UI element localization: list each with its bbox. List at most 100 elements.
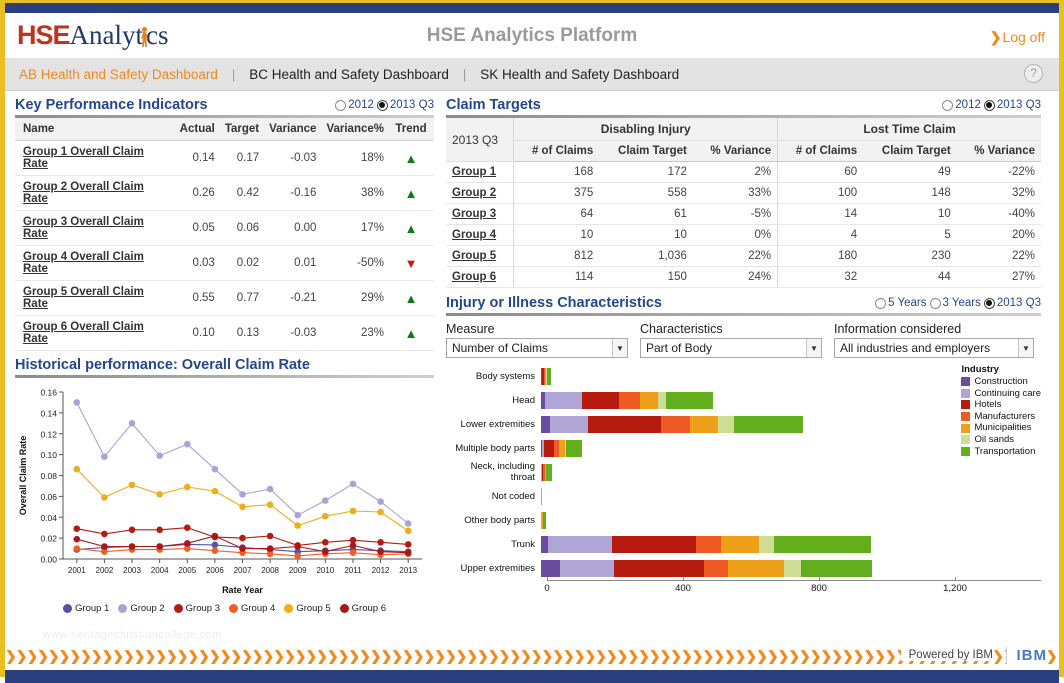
kpi-actual: 0.10 — [176, 316, 221, 351]
bar-segment[interactable] — [588, 416, 661, 433]
ct-link-group3[interactable]: Group 3 — [452, 208, 496, 220]
table-row: Group 6 Overall Claim Rate 0.10 0.13 -0.… — [15, 316, 434, 351]
logoff-button[interactable]: ❯Log off — [990, 29, 1045, 46]
line-legend-item[interactable]: Group 2 — [118, 603, 164, 614]
ct-di-variance: 2% — [693, 162, 778, 183]
kpi-trend: ▲ — [390, 176, 434, 211]
characteristics-select[interactable]: Part of Body ▼ — [640, 338, 822, 358]
bar-segment[interactable] — [734, 416, 804, 433]
bar-segment[interactable] — [704, 560, 728, 577]
bar-segment[interactable] — [801, 560, 872, 577]
line-legend-label: Group 2 — [130, 603, 164, 614]
bar-segment[interactable] — [640, 392, 659, 409]
bar-segment[interactable] — [666, 392, 714, 409]
legend-dot-icon — [174, 604, 183, 613]
ct-radio-2012[interactable]: 2012 — [942, 99, 981, 111]
kpi-link-group4[interactable]: Group 4 Overall Claim Rate — [23, 251, 144, 275]
bar-segment[interactable] — [774, 536, 871, 553]
ct-di-target: 61 — [599, 204, 693, 225]
tab-ab-dashboard[interactable]: AB Health and Safety Dashboard — [5, 67, 232, 82]
svg-text:Overall Claim Rate: Overall Claim Rate — [18, 436, 28, 516]
line-legend-item[interactable]: Group 1 — [63, 603, 109, 614]
bar-segment[interactable] — [548, 536, 613, 553]
bar-segment[interactable] — [547, 368, 551, 385]
tab-bc-dashboard[interactable]: BC Health and Safety Dashboard — [235, 67, 463, 82]
kpi-link-group2[interactable]: Group 2 Overall Claim Rate — [23, 181, 144, 205]
ct-lt-target: 5 — [863, 225, 957, 246]
tab-sk-dashboard[interactable]: SK Health and Safety Dashboard — [466, 67, 693, 82]
bar-segment[interactable] — [696, 536, 722, 553]
bar-segment[interactable] — [566, 440, 582, 457]
injury-radio-5-years[interactable]: 5 Years — [875, 297, 926, 309]
ct-link-group2[interactable]: Group 2 — [452, 187, 496, 199]
bar-segment[interactable] — [541, 560, 560, 577]
line-legend-item[interactable]: Group 6 — [340, 603, 386, 614]
axis-tick-label: 0 — [544, 583, 549, 594]
information-considered-select[interactable]: All industries and employers ▼ — [834, 338, 1034, 358]
injury-radio-2013q3-label: 2013 Q3 — [997, 297, 1041, 309]
line-legend-item[interactable]: Group 3 — [174, 603, 220, 614]
bar-segment[interactable] — [582, 392, 619, 409]
bar-segment[interactable] — [545, 392, 581, 409]
chevron-down-icon: ▼ — [612, 339, 627, 357]
ct-lt-target: 230 — [863, 246, 957, 267]
bar-track — [541, 512, 1041, 529]
measure-select[interactable]: Number of Claims ▼ — [446, 338, 628, 358]
kpi-link-group6[interactable]: Group 6 Overall Claim Rate — [23, 321, 144, 345]
table-row: Group 1 Overall Claim Rate 0.14 0.17 -0.… — [15, 141, 434, 176]
ct-di-target: 10 — [599, 225, 693, 246]
triangle-up-icon: ▲ — [405, 186, 418, 201]
ct-lt-target: 10 — [863, 204, 957, 225]
bar-segment[interactable] — [718, 416, 733, 433]
injury-rule — [446, 313, 1041, 316]
bar-segment[interactable] — [658, 392, 665, 409]
bar-segment[interactable] — [550, 416, 588, 433]
bar-segment[interactable] — [541, 488, 542, 505]
bar-segment[interactable] — [619, 392, 639, 409]
bar-segment[interactable] — [784, 560, 801, 577]
line-legend-item[interactable]: Group 4 — [229, 603, 275, 614]
ct-radio-2013q3[interactable]: 2013 Q3 — [984, 99, 1041, 111]
ct-link-group6[interactable]: Group 6 — [452, 271, 496, 283]
bar-segment[interactable] — [560, 560, 614, 577]
measure-select-value: Number of Claims — [452, 341, 548, 355]
ct-link-group4[interactable]: Group 4 — [452, 229, 496, 241]
bar-chart-row: Not coded — [446, 484, 1041, 508]
injury-radio-3-years[interactable]: 3 Years — [930, 297, 981, 309]
bar-segment[interactable] — [541, 536, 548, 553]
bar-segment[interactable] — [614, 560, 704, 577]
injury-radio-3-years-label: 3 Years — [943, 297, 981, 309]
help-icon[interactable]: ? — [1024, 64, 1043, 83]
bar-segment[interactable] — [690, 416, 719, 433]
line-legend-item[interactable]: Group 5 — [284, 603, 330, 614]
kpi-link-group5[interactable]: Group 5 Overall Claim Rate — [23, 286, 144, 310]
bar-segment[interactable] — [728, 560, 784, 577]
bar-category-label: Body systems — [446, 371, 541, 382]
bar-segment[interactable] — [544, 440, 554, 457]
bar-segment[interactable] — [612, 536, 695, 553]
dashboard-window: HSEAnalytcs HSE Analytics Platform ❯Log … — [0, 0, 1064, 677]
bar-segment[interactable] — [546, 464, 551, 481]
ct-lt-target: 148 — [863, 183, 957, 204]
bar-segment[interactable] — [759, 536, 774, 553]
information-considered-select-value: All industries and employers — [840, 341, 990, 355]
injury-radio-2013q3[interactable]: 2013 Q3 — [984, 297, 1041, 309]
kpi-link-group3[interactable]: Group 3 Overall Claim Rate — [23, 216, 144, 240]
bar-segment[interactable] — [721, 536, 758, 553]
kpi-col-name: Name — [15, 118, 176, 141]
bar-segment[interactable] — [541, 416, 550, 433]
kpi-radio-2013q3[interactable]: 2013 Q3 — [377, 99, 434, 111]
ct-link-group1[interactable]: Group 1 — [452, 166, 496, 178]
bar-category-label: Neck, including throat — [446, 461, 541, 483]
measure-label: Measure — [446, 322, 628, 336]
ct-di-variance: -5% — [693, 204, 778, 225]
kpi-link-group1[interactable]: Group 1 Overall Claim Rate — [23, 146, 144, 170]
axis-tick-mark — [547, 577, 548, 581]
radio-selected-icon — [377, 100, 388, 111]
line-chart: 0.000.020.040.060.080.100.120.140.16Over… — [15, 378, 434, 614]
ct-link-group5[interactable]: Group 5 — [452, 250, 496, 262]
kpi-radio-2012[interactable]: 2012 — [335, 99, 374, 111]
bar-segment[interactable] — [543, 512, 546, 529]
bar-segment[interactable] — [661, 416, 690, 433]
table-row: Group 3 64 61 -5% 14 10 -40% — [446, 204, 1041, 225]
